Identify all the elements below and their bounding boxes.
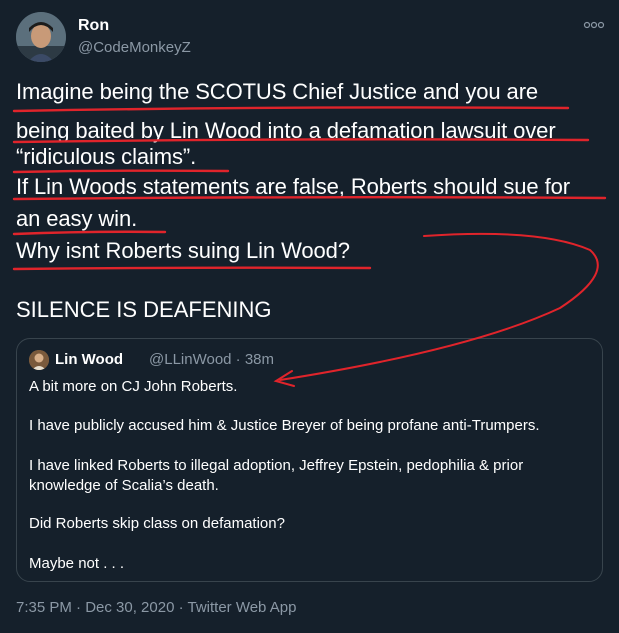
tweet-card: Ron @CodeMonkeyZ Imagine being the SCOTU…: [0, 0, 619, 633]
tweet-timestamp[interactable]: 7:35 PM · Dec 30, 2020 · Twitter Web App: [16, 599, 296, 616]
tweet-line: Why isnt Roberts suing Lin Wood?: [16, 238, 350, 263]
quoted-paragraph: A bit more on CJ John Roberts.: [29, 378, 238, 395]
quoted-paragraph: I have publicly accused him & Justice Br…: [29, 417, 540, 434]
tweet-line: Imagine being the SCOTUS Chief Justice a…: [16, 79, 539, 104]
quoted-author-name[interactable]: Lin Wood: [55, 351, 123, 368]
underline-annotation: [12, 106, 570, 113]
quoted-avatar-image: [29, 350, 49, 370]
underline-annotation: [12, 266, 372, 271]
quoted-paragraph: I have linked Roberts to illegal adoptio…: [29, 457, 524, 474]
tweet-line: “ridiculous claims”.: [16, 144, 197, 169]
emphasis-text: SILENCE IS DEAFENING: [16, 297, 272, 322]
avatar-image: [16, 12, 66, 62]
quoted-paragraph: Maybe not . . .: [29, 555, 125, 572]
quoted-tweet[interactable]: Lin Wood @LLinWood · 38m A bit more on C…: [16, 338, 603, 582]
tweet-line: If Lin Woods statements are false, Rober…: [16, 174, 570, 199]
more-options-icon[interactable]: [583, 20, 605, 30]
author-handle[interactable]: @CodeMonkeyZ: [78, 39, 191, 56]
quoted-author-meta[interactable]: @LLinWood · 38m: [149, 351, 274, 368]
author-name[interactable]: Ron: [78, 17, 109, 35]
quoted-paragraph: knowledge of Scalia’s death.: [29, 477, 219, 494]
tweet-line: an easy win.: [16, 206, 138, 231]
author-avatar[interactable]: [16, 12, 66, 62]
quoted-paragraph: Did Roberts skip class on defamation?: [29, 515, 285, 532]
quoted-avatar: [29, 350, 49, 370]
